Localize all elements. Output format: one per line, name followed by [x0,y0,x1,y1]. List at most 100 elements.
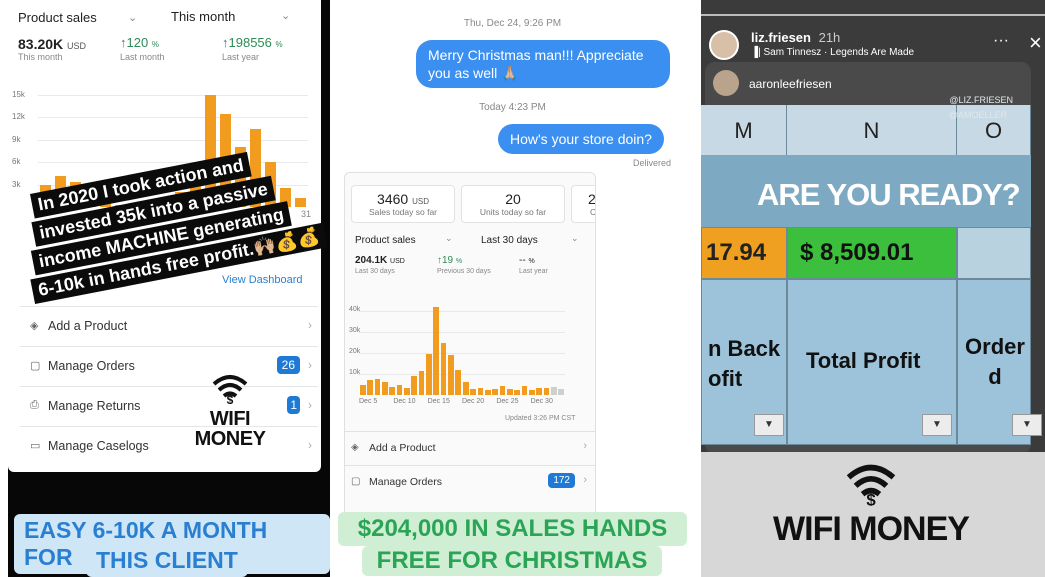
kpi-last-month-label: Last month [120,52,165,62]
tag-label: @LIZ.FRIESEN [949,95,1013,105]
partial-box: 2 C [571,185,595,223]
wifi-dollar-icon: $ [212,375,248,407]
x-tick-label: Dec 30 [530,398,553,405]
menu-label: Manage Caselogs [48,439,149,453]
more-options-icon[interactable]: ··· [993,32,1009,50]
caselogs-icon: ▭ [30,440,41,452]
reshare-username: aaronleefriesen [749,77,832,91]
metric-dropdown[interactable]: Product sales [355,235,416,246]
period-dropdown[interactable]: Last 30 days [481,235,538,246]
close-icon[interactable]: × [1029,30,1042,56]
bar [433,307,440,395]
bar [396,384,403,395]
kpi-previous-label: Previous 30 days [437,268,491,275]
gridline [359,332,565,334]
svg-text:$: $ [227,393,234,404]
chevron-down-icon[interactable]: ⌄ [445,233,453,244]
bar [359,384,366,395]
column-header-m: M [701,105,787,155]
bar [529,389,535,395]
bar [448,355,454,395]
orders-icon: ▢ [30,360,41,372]
logo-text: WIFI MONEY [773,510,970,548]
kpi-last-year-label: Last year [222,52,260,62]
spreadsheet-image: M N O @LIZ.FRIESEN @AMOELLER ARE YOU REA… [701,95,1042,445]
bar [455,369,462,395]
cell-value-orange: 17.94 [701,227,787,279]
message-timestamp: Thu, Dec 24, 9:26 PM [463,18,562,29]
x-tick-label: Dec 15 [427,398,450,405]
bar [381,382,388,395]
kpi-last-year-label: Last year [519,268,548,275]
gridline [359,311,565,313]
logo-text: WIFI MONEY [194,408,266,450]
wifi-dollar-icon: $ [846,464,896,509]
bar [470,388,476,395]
avatar[interactable] [709,30,739,60]
chevron-right-icon: › [308,438,312,452]
x-tick-label: Dec 20 [462,398,485,405]
story-panel-1: Product sales ⌄ This month ⌄ 83.20K USD … [0,0,330,577]
wifi-money-logo: $ WIFI MONEY [172,372,288,449]
chevron-right-icon: › [308,318,312,332]
story-progress-bar [701,14,1045,16]
kpi-sales: 204.1K USD [355,255,405,266]
orders-icon: ▢ [351,476,361,487]
y-tick-label: 9k [12,134,21,144]
music-info[interactable]: ▐| Sam Tinnesz · Legends Are Made [751,47,914,58]
username[interactable]: liz.friesen [751,30,811,45]
chevron-down-icon[interactable]: ⌄ [128,11,137,24]
menu-label: Manage Orders [369,476,442,488]
menu-label: Manage Returns [48,399,141,413]
caption-line-2: FREE FOR CHRISTMAS [362,546,662,576]
bar [514,389,521,395]
metric-dropdown[interactable]: Product sales [18,10,97,25]
logo-card: $ WIFI MONEY [701,452,1045,577]
filter-dropdown-icon: ▼ [754,414,784,436]
filter-dropdown-icon: ▼ [1012,414,1042,436]
chevron-right-icon: › [583,440,587,452]
seller-dashboard-screenshot: 3460 USD Sales today so far 20 Units tod… [344,172,596,532]
menu-manage-orders[interactable]: ▢ Manage Orders 172 › [345,465,595,497]
bar [521,385,528,395]
chevron-down-icon[interactable]: ⌄ [571,233,579,244]
chevron-right-icon: › [583,474,587,486]
orders-count-badge: 172 [548,473,575,488]
music-icon: ▐| [751,47,761,58]
y-tick-label: 10k [349,369,361,377]
x-tick-label: Dec 5 [359,398,378,405]
period-dropdown[interactable]: This month [171,9,235,24]
chevron-down-icon[interactable]: ⌄ [281,9,290,22]
tag-label: @AMOELLER [948,110,1007,120]
bar [367,380,373,395]
bar [543,387,550,395]
delivered-status: Delivered [632,158,671,168]
bar [492,388,498,395]
sales-bar-chart: 40k 30k 20k 10k Dec 5 Dec 10 Dec 15 Dec 20 Dec 2… [345,291,595,411]
message-bubble: How's your store doin? [498,124,664,154]
cell-value-total-profit: $ 8,509.01 [787,227,957,279]
returns-count-badge: 1 [287,396,300,414]
menu-add-product[interactable]: ◈ Add a Product › [345,431,595,463]
bar [477,387,484,395]
menu-label: Add a Product [369,442,436,454]
y-tick-label: 20k [349,348,361,356]
gridline [38,95,308,96]
kpi-last-year: -- % [519,255,535,266]
units-today-box: 20 Units today so far [461,185,565,223]
updated-label: Updated 3:26 PM CST [505,415,576,422]
product-icon: ◈ [351,442,359,453]
story-panel-2: Thu, Dec 24, 9:26 PM Merry Christmas man… [336,0,689,577]
post-time: 21h [818,30,841,45]
caption-line-1: $204,000 IN SALES HANDS [338,512,687,546]
sales-today-box: 3460 USD Sales today so far [351,185,455,223]
kpi-sales: 83.20K USD [18,36,87,52]
menu-label: Add a Product [48,319,128,333]
message-timestamp: Today 4:23 PM [479,102,546,113]
bar [551,386,557,395]
left-margin [0,0,8,577]
kpi-last-year: ↑198556 % [222,35,283,50]
filter-dropdown-icon: ▼ [922,414,952,436]
column-header-n: N [787,105,957,155]
kpi-sales-label: This month [18,52,63,62]
